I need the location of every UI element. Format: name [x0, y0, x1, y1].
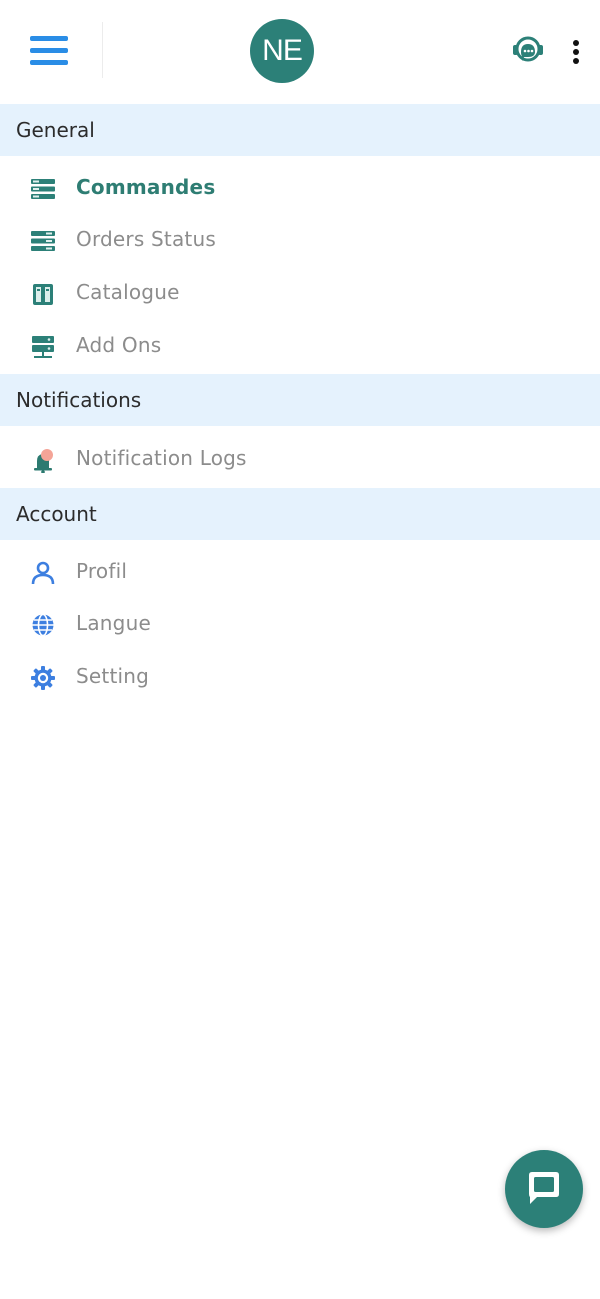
menu-item-catalogue[interactable]: Catalogue [0, 268, 600, 320]
menu-item-label: Langue [76, 611, 151, 635]
globe-icon [32, 613, 54, 637]
menu-item-add-ons[interactable]: Add Ons [0, 321, 600, 373]
chat-fab-button[interactable] [505, 1150, 583, 1228]
more-options-icon[interactable] [562, 34, 590, 68]
menu-item-label: Add Ons [76, 333, 162, 357]
section-title: Account [16, 502, 97, 526]
catalogue-icon [33, 284, 53, 305]
hamburger-menu-icon[interactable] [26, 28, 72, 72]
menu-item-label: Notification Logs [76, 446, 247, 470]
logo-text: NE [262, 34, 303, 67]
menu-item-label: Commandes [76, 175, 216, 199]
orders-status-icon [31, 231, 55, 251]
menu-item-orders-status[interactable]: Orders Status [0, 215, 600, 267]
section-header-notifications: Notifications [0, 374, 600, 426]
menu-item-notification-logs[interactable]: Notification Logs [0, 434, 600, 486]
orders-icon [31, 179, 55, 199]
section-title: General [16, 118, 95, 142]
menu-item-langue[interactable]: Langue [0, 599, 600, 651]
gear-icon [31, 666, 55, 690]
menu-item-commandes[interactable]: Commandes [0, 163, 600, 215]
menu-item-profil[interactable]: Profil [0, 547, 600, 599]
app-logo: NE [250, 19, 314, 83]
notification-bell-icon [34, 449, 53, 473]
menu-item-label: Profil [76, 559, 128, 583]
user-icon [31, 561, 55, 585]
support-chat-icon[interactable] [508, 30, 548, 70]
chat-bubble-icon [529, 1172, 559, 1204]
add-ons-icon [32, 336, 54, 358]
section-header-general: General [0, 104, 600, 156]
top-app-bar: NE [0, 0, 600, 104]
menu-item-setting[interactable]: Setting [0, 652, 600, 704]
menu-item-label: Orders Status [76, 227, 216, 251]
menu-item-label: Setting [76, 664, 150, 688]
section-header-account: Account [0, 488, 600, 540]
menu-item-label: Catalogue [76, 280, 180, 304]
section-title: Notifications [16, 388, 142, 412]
header-divider [102, 22, 103, 78]
